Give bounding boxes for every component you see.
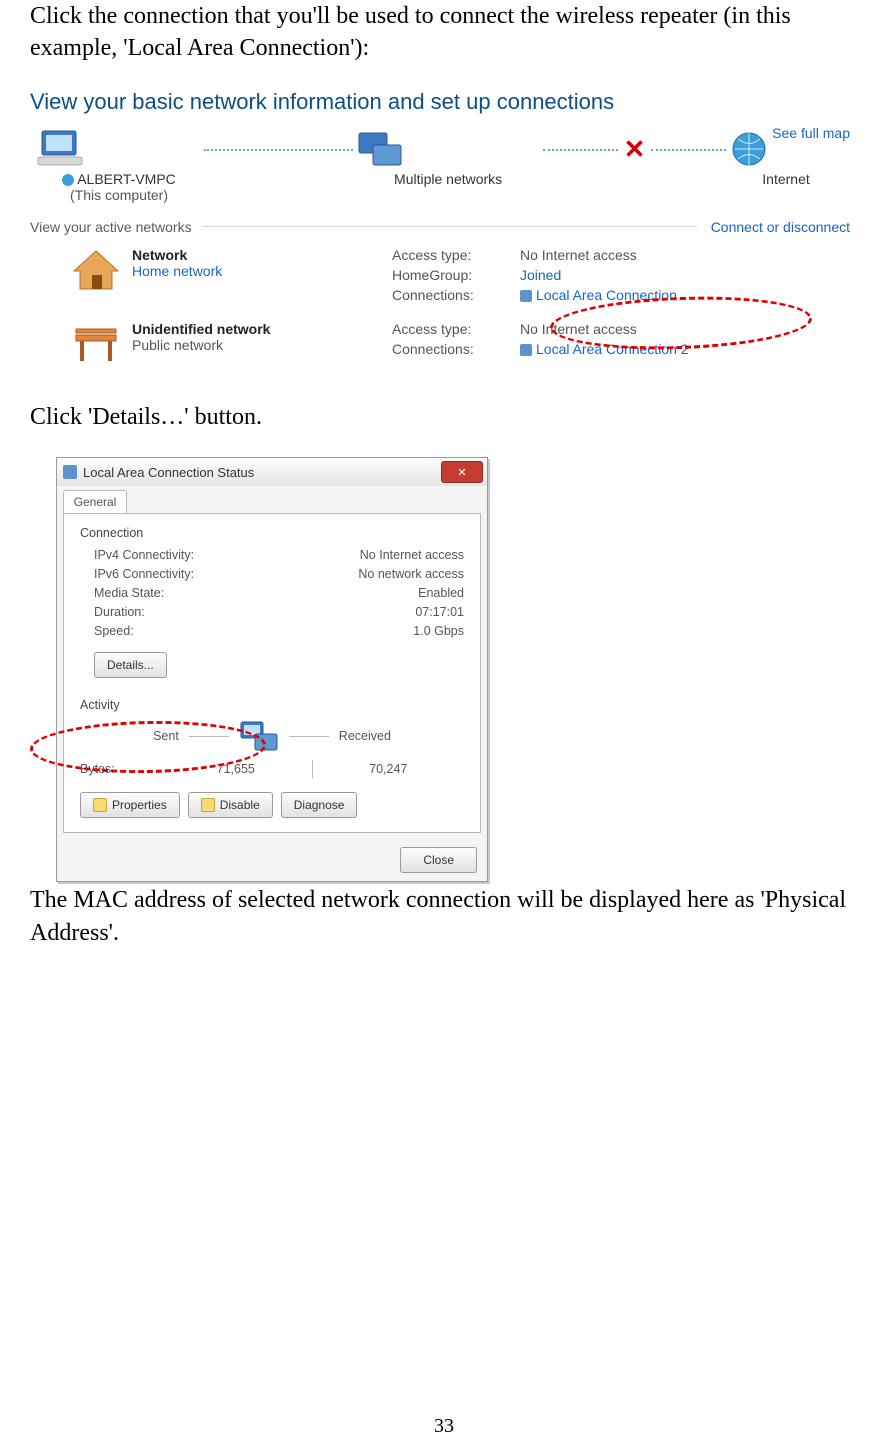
label-ipv6: IPv6 Connectivity: [94, 567, 279, 581]
close-icon[interactable]: ✕ [441, 461, 483, 483]
diagnose-button[interactable]: Diagnose [281, 792, 358, 818]
value-duration: 07:17:01 [279, 605, 464, 619]
connect-or-disconnect-link[interactable]: Connect or disconnect [711, 219, 850, 235]
shield-icon [201, 798, 215, 812]
map-pc-sub: (This computer) [34, 187, 204, 203]
network-hub-icon [353, 127, 405, 171]
instruction-3: The MAC address of selected network conn… [30, 884, 858, 949]
label-duration: Duration: [94, 605, 279, 619]
section-activity: Activity [80, 698, 464, 712]
details-button[interactable]: Details... [94, 652, 167, 678]
label-access-type-2: Access type: [392, 321, 510, 337]
disable-button[interactable]: Disable [188, 792, 273, 818]
value-homegroup[interactable]: Joined [520, 267, 677, 283]
map-internet-label: Internet [726, 171, 846, 187]
globe-mini-icon [62, 174, 74, 186]
label-media-state: Media State: [94, 586, 279, 600]
label-connections: Connections: [392, 287, 510, 303]
close-button[interactable]: Close [400, 847, 477, 873]
map-pc-name: ALBERT-VMPC [77, 171, 176, 187]
section-active-networks: View your active networks [30, 219, 192, 235]
value-ipv6: No network access [279, 567, 464, 581]
label-speed: Speed: [94, 624, 279, 638]
screenshot-network-center: View your basic network information and … [30, 89, 850, 367]
nic-icon [520, 344, 532, 356]
network1-name: Network [132, 247, 187, 263]
instruction-2: Click 'Details…' button. [30, 401, 858, 433]
network2-type: Public network [132, 337, 223, 353]
heading-network-info: View your basic network information and … [30, 89, 850, 115]
dialog-title: Local Area Connection Status [83, 465, 254, 480]
value-media-state: Enabled [279, 586, 464, 600]
public-network-bench-icon [70, 321, 122, 367]
page-number: 33 [0, 1415, 888, 1438]
label-access-type: Access type: [392, 247, 510, 263]
instruction-1: Click the connection that you'll be used… [30, 0, 858, 65]
value-access-type-1: No Internet access [520, 247, 677, 263]
label-connections-2: Connections: [392, 341, 510, 357]
network1-type-link[interactable]: Home network [132, 263, 222, 279]
nic-icon [63, 465, 77, 479]
home-network-icon [70, 247, 122, 293]
label-homegroup: HomeGroup: [392, 267, 510, 283]
properties-button[interactable]: Properties [80, 792, 180, 818]
computer-icon [34, 127, 86, 171]
internet-globe-icon [726, 127, 772, 171]
label-ipv4: IPv4 Connectivity: [94, 548, 279, 562]
see-full-map-link[interactable]: See full map [772, 125, 850, 141]
no-connection-x-icon: ✕ [624, 134, 646, 165]
shield-icon [93, 798, 107, 812]
network2-name: Unidentified network [132, 321, 270, 337]
value-ipv4: No Internet access [279, 548, 464, 562]
screenshot-connection-status-dialog: Local Area Connection Status ✕ General C… [56, 457, 488, 882]
nic-icon [520, 290, 532, 302]
value-speed: 1.0 Gbps [279, 624, 464, 638]
label-received: Received [339, 729, 391, 743]
map-multiple-networks: Multiple networks [353, 171, 543, 187]
section-connection: Connection [80, 526, 464, 540]
value-bytes-received: 70,247 [313, 762, 465, 776]
tab-general[interactable]: General [63, 490, 127, 513]
